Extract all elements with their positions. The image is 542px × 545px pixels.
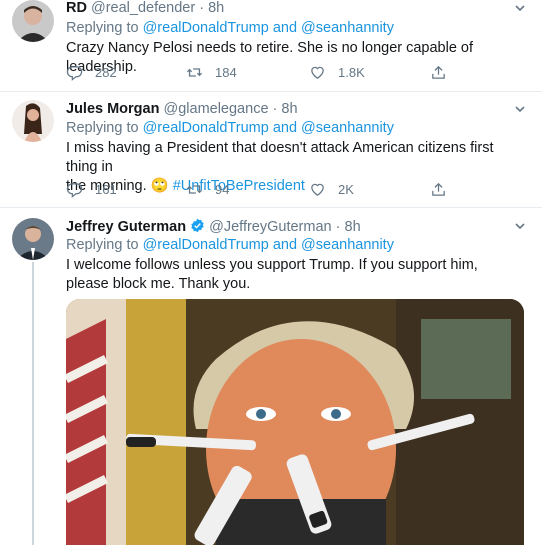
reply-and-link[interactable]: and	[273, 120, 297, 136]
like-button[interactable]: 2K	[309, 181, 354, 198]
retweet-icon	[186, 68, 203, 77]
share-icon	[432, 182, 445, 196]
tweet-media-image[interactable]	[66, 299, 524, 545]
replying-to-label: Replying to	[66, 20, 139, 36]
timestamp[interactable]: 8h	[345, 219, 361, 235]
photo-illustration	[66, 299, 524, 545]
author-name[interactable]: Jeffrey Guterman	[66, 219, 186, 235]
separator-dot: ·	[335, 219, 341, 235]
heart-icon	[311, 66, 324, 79]
avatar[interactable]	[12, 0, 54, 42]
reply-mention-link[interactable]: @realDonaldTrump	[143, 237, 269, 253]
replying-to-label: Replying to	[66, 120, 139, 136]
like-count: 2K	[338, 182, 354, 197]
timestamp[interactable]: 8h	[281, 101, 297, 117]
share-button[interactable]	[430, 181, 447, 198]
reply-mention-link[interactable]: @seanhannity	[301, 120, 394, 136]
author-handle[interactable]: @JeffreyGuterman	[209, 219, 331, 235]
timestamp[interactable]: 8h	[208, 0, 224, 16]
tweet-jules-morgan[interactable]: Jules Morgan @glamelegance · 8h Replying…	[0, 92, 542, 207]
reply-icon	[66, 183, 83, 198]
avatar[interactable]	[12, 100, 54, 142]
author-handle[interactable]: @glamelegance	[164, 101, 269, 117]
reply-and-link[interactable]: and	[273, 237, 297, 253]
author-handle[interactable]: @real_defender	[91, 0, 195, 16]
reply-button[interactable]: 161	[66, 181, 117, 198]
reply-count: 282	[95, 65, 117, 80]
author-name[interactable]: RD	[66, 0, 87, 16]
tweet-text-line: I miss having a President that doesn't a…	[66, 140, 494, 175]
reply-count: 161	[95, 182, 117, 197]
author-name[interactable]: Jules Morgan	[66, 101, 159, 117]
retweet-icon	[186, 185, 203, 194]
reply-mention-link[interactable]: @realDonaldTrump	[143, 120, 269, 136]
chevron-down-icon[interactable]	[514, 2, 526, 14]
separator-dot: ·	[272, 101, 278, 117]
replying-to-label: Replying to	[66, 237, 139, 253]
reply-mention-link[interactable]: @realDonaldTrump	[143, 20, 269, 36]
reply-mention-link[interactable]: @seanhannity	[301, 20, 394, 36]
heart-icon	[311, 183, 324, 196]
reply-and-link[interactable]: and	[273, 20, 297, 36]
retweet-count: 94	[215, 182, 230, 197]
retweet-count: 184	[215, 65, 237, 80]
like-count: 1.8K	[338, 65, 365, 80]
retweet-button[interactable]: 94	[186, 181, 229, 198]
retweet-button[interactable]: 184	[186, 64, 237, 81]
reply-icon	[66, 66, 83, 81]
like-button[interactable]: 1.8K	[309, 64, 365, 81]
share-button[interactable]	[430, 64, 447, 81]
chevron-down-icon[interactable]	[514, 103, 526, 115]
verified-badge-icon	[191, 218, 204, 233]
separator-dot: ·	[199, 0, 205, 16]
share-icon	[432, 65, 445, 79]
tweet-rd[interactable]: RD @real_defender · 8h Replying to @real…	[0, 0, 542, 91]
chevron-down-icon[interactable]	[514, 220, 526, 232]
reply-button[interactable]: 282	[66, 64, 117, 81]
avatar[interactable]	[12, 218, 54, 260]
reply-mention-link[interactable]: @seanhannity	[301, 237, 394, 253]
tweet-text: I welcome follows unless you support Tru…	[66, 257, 478, 292]
